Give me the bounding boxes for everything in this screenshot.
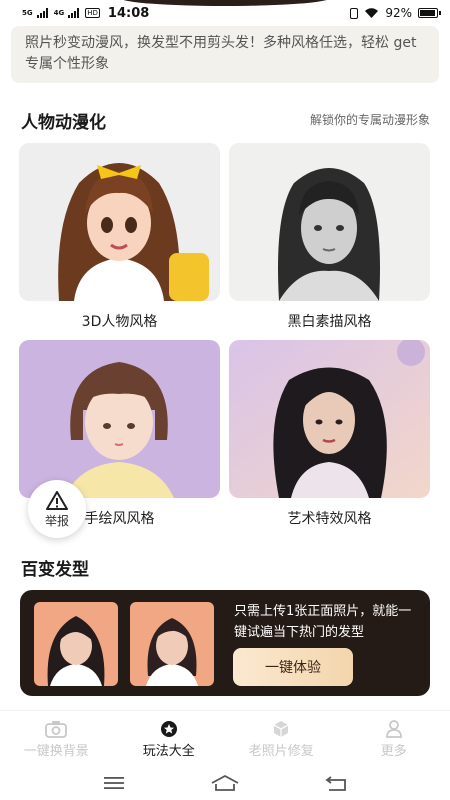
- nav-item-more[interactable]: 更多: [338, 711, 450, 766]
- anime-section-subtitle[interactable]: 解锁你的专属动漫形象: [310, 111, 430, 128]
- report-button[interactable]: 举报: [28, 480, 86, 538]
- signal-icon: [36, 8, 48, 18]
- card-art-effect-label: 艺术特效风格: [287, 511, 372, 527]
- sketch-portrait-image: [229, 143, 430, 301]
- hairstyle-banner-text: 只需上传1张正面照片，就能一键试遍当下热门的发型: [234, 604, 412, 640]
- back-icon[interactable]: [325, 774, 347, 792]
- system-nav-bar: [0, 766, 450, 800]
- hairstyle-banner[interactable]: 只需上传1张正面照片，就能一键试遍当下热门的发型 一键体验: [20, 590, 430, 696]
- nav-label-background: 一键换背景: [23, 744, 89, 759]
- 3d-portrait-image: [19, 143, 220, 301]
- battery-icon: [418, 8, 441, 18]
- nav-label-features: 玩法大全: [142, 744, 195, 759]
- nav-label-restore: 老照片修复: [248, 744, 314, 759]
- wifi-icon: [365, 8, 379, 18]
- try-now-button[interactable]: 一键体验: [233, 648, 353, 686]
- cube-icon: [272, 720, 290, 738]
- intro-notice: 照片秒变动漫风，换发型不用剪头发！多种风格任选，轻松 get 专属个性形象: [11, 26, 439, 83]
- card-art-effect-style[interactable]: [229, 340, 430, 498]
- bottom-nav: 一键换背景 玩法大全 老照片修复 更多: [0, 710, 450, 766]
- card-3d-style[interactable]: [19, 143, 220, 301]
- warning-icon: [46, 490, 68, 510]
- hd-badge: HD: [85, 8, 100, 18]
- home-icon[interactable]: [210, 774, 240, 792]
- hairstyle-photo-2: [130, 602, 214, 686]
- status-right: 92%: [350, 6, 441, 20]
- nav-item-features[interactable]: 玩法大全: [113, 711, 226, 766]
- art-effect-portrait-image: [229, 340, 430, 498]
- user-icon: [385, 720, 403, 738]
- card-3d-label: 3D人物风格: [81, 314, 158, 330]
- star-icon: [160, 720, 178, 738]
- anime-section-title: 人物动漫化: [21, 113, 106, 133]
- report-label: 举报: [44, 513, 69, 528]
- vibrate-icon: [350, 7, 359, 19]
- nav-item-background[interactable]: 一键换背景: [0, 711, 113, 766]
- status-bar: 5G 4G HD 14:08 92%: [0, 0, 450, 26]
- handdrawn-portrait-image: [19, 340, 220, 498]
- hairstyle-section-title: 百变发型: [21, 560, 89, 580]
- card-handdrawn-style[interactable]: [19, 340, 220, 498]
- network-type-1: 5G: [22, 8, 33, 17]
- card-sketch-style[interactable]: [229, 143, 430, 301]
- signal-group: 5G 4G HD 14:08: [22, 6, 149, 21]
- battery-percent: 92%: [385, 6, 412, 20]
- camera-icon: [45, 720, 68, 738]
- hairstyle-photo-1: [34, 602, 118, 686]
- card-sketch-label: 黑白素描风格: [287, 314, 372, 330]
- nav-label-more: 更多: [380, 744, 407, 759]
- network-type-2: 4G: [53, 8, 65, 17]
- signal-icon-2: [68, 8, 80, 18]
- menu-icon[interactable]: [103, 775, 125, 791]
- nav-item-restore[interactable]: 老照片修复: [225, 711, 338, 766]
- clock: 14:08: [107, 5, 150, 21]
